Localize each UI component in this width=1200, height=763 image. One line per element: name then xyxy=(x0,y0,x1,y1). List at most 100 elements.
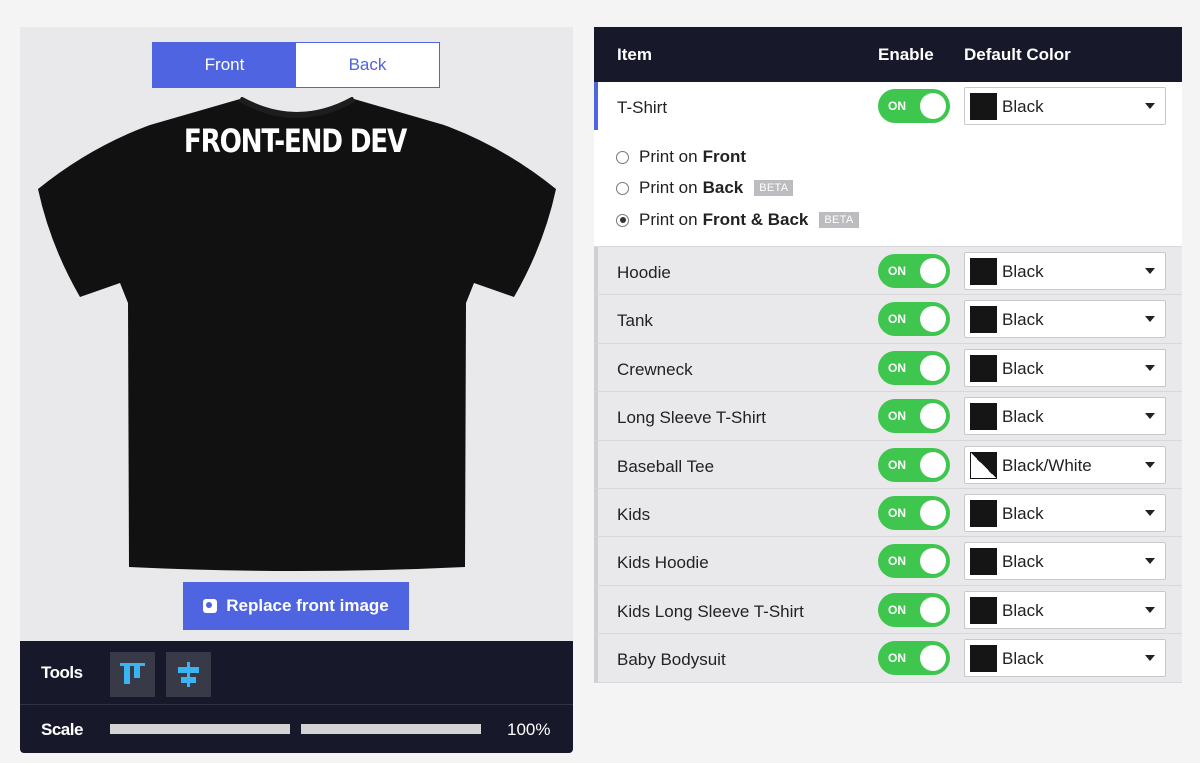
table-row: Long Sleeve T-Shirt ON Black xyxy=(594,392,1182,441)
toggle-knob xyxy=(920,354,946,381)
color-swatch xyxy=(970,548,997,576)
print-option-target: Front & Back xyxy=(702,210,809,229)
scale-slider-track-right[interactable] xyxy=(301,724,481,734)
enable-toggle[interactable]: ON xyxy=(878,254,950,288)
print-option[interactable]: Print on Front & Back BETA xyxy=(616,210,859,230)
print-option[interactable]: Print on Front xyxy=(616,147,746,167)
view-toggle: Front Back xyxy=(152,42,440,88)
item-name: Long Sleeve T-Shirt xyxy=(617,408,766,428)
color-select[interactable]: Black xyxy=(964,639,1166,678)
product-table: Item Enable Default Color T-Shirt ON Black… xyxy=(594,27,1182,683)
toggle-knob xyxy=(920,258,946,284)
toggle-knob xyxy=(920,306,946,333)
enable-toggle[interactable]: ON xyxy=(878,544,950,579)
tshirt-shape xyxy=(38,99,556,571)
toggle-knob xyxy=(920,596,946,623)
replace-image-label: Replace front image xyxy=(226,596,389,615)
chevron-down-icon xyxy=(1145,364,1155,371)
align-center-button[interactable] xyxy=(166,652,211,697)
item-name: Tank xyxy=(617,311,653,331)
print-option-target: Back xyxy=(702,178,744,197)
color-value: Black xyxy=(1002,358,1044,378)
toggle-label: ON xyxy=(888,312,906,327)
replace-image-button[interactable]: Replace front image xyxy=(183,582,409,630)
table-row: Baseball Tee ON Black/White xyxy=(594,440,1182,489)
table-row: Tank ON Black xyxy=(594,295,1182,344)
color-select[interactable]: Black xyxy=(964,542,1166,581)
print-options: Print on Front Print on Back BETA Print on Fro… xyxy=(594,130,1182,247)
align-top-button[interactable] xyxy=(110,652,155,697)
enable-toggle[interactable]: ON xyxy=(878,302,950,337)
color-select[interactable]: Black xyxy=(964,300,1166,339)
beta-badge: BETA xyxy=(754,180,794,196)
toggle-knob xyxy=(920,548,946,575)
color-value: Black xyxy=(1002,649,1044,669)
tools-label: Tools xyxy=(41,663,83,682)
color-swatch xyxy=(970,596,997,624)
color-value: Black xyxy=(1002,97,1044,116)
radio-button[interactable] xyxy=(616,150,629,164)
toggle-knob xyxy=(920,499,946,526)
color-swatch xyxy=(970,499,997,527)
toggle-knob xyxy=(920,403,946,430)
toggle-label: ON xyxy=(888,554,906,569)
design-text[interactable]: FRONT-END DEV xyxy=(70,122,521,160)
enable-toggle[interactable]: ON xyxy=(878,350,950,385)
align-center-icon xyxy=(178,662,199,687)
toggle-label: ON xyxy=(888,651,906,666)
color-value: Black xyxy=(1002,552,1044,572)
color-swatch xyxy=(970,354,997,382)
color-swatch xyxy=(970,451,997,479)
enable-toggle[interactable]: ON xyxy=(878,495,950,530)
chevron-down-icon xyxy=(1145,413,1155,420)
print-option-prefix: Print on xyxy=(639,178,698,197)
radio-button[interactable] xyxy=(616,181,629,195)
table-body: T-Shirt ON Black Print on Front Print on Back B… xyxy=(594,82,1182,683)
item-name: Kids xyxy=(617,504,651,524)
table-row: Kids Long Sleeve T-Shirt ON Black xyxy=(594,585,1182,635)
color-select[interactable]: Black xyxy=(964,252,1166,290)
enable-toggle[interactable]: ON xyxy=(878,592,950,627)
tools-bar: Tools Scale 100% xyxy=(20,641,573,753)
color-value: Black xyxy=(1002,310,1044,330)
enable-toggle[interactable]: ON xyxy=(878,399,950,434)
toggle-knob xyxy=(920,645,946,672)
color-select[interactable]: Black xyxy=(964,348,1166,387)
color-value: Black/White xyxy=(1002,455,1092,475)
radio-button[interactable] xyxy=(616,213,629,227)
chevron-down-icon xyxy=(1145,316,1155,323)
enable-toggle[interactable]: ON xyxy=(878,89,950,123)
toggle-label: ON xyxy=(888,264,906,278)
color-select[interactable]: Black xyxy=(964,397,1166,436)
scale-label: Scale xyxy=(41,720,83,739)
table-header: Item Enable Default Color xyxy=(594,27,1182,82)
chevron-down-icon xyxy=(1145,461,1155,468)
print-option[interactable]: Print on Back BETA xyxy=(616,178,794,198)
color-select[interactable]: Black xyxy=(964,87,1166,125)
scale-slider-track-left[interactable] xyxy=(110,724,290,734)
color-select[interactable]: Black/White xyxy=(964,445,1166,484)
item-name: Baseball Tee xyxy=(617,456,715,476)
color-select[interactable]: Black xyxy=(964,590,1166,629)
print-option-prefix: Print on xyxy=(639,210,698,229)
item-name: T-Shirt xyxy=(617,98,668,117)
enable-toggle[interactable]: ON xyxy=(878,447,950,482)
color-swatch xyxy=(970,258,997,285)
color-value: Black xyxy=(1002,600,1044,620)
preview-panel: Front Back FRONT-END DEV Replace front i… xyxy=(20,27,573,753)
tshirt-image xyxy=(38,97,556,571)
color-value: Black xyxy=(1002,503,1044,523)
chevron-down-icon xyxy=(1145,655,1155,662)
toggle-label: ON xyxy=(888,360,906,375)
color-select[interactable]: Black xyxy=(964,493,1166,532)
header-default-color: Default Color xyxy=(964,45,1071,64)
tab-back[interactable]: Back xyxy=(296,43,439,87)
toggle-label: ON xyxy=(888,505,906,520)
chevron-down-icon xyxy=(1145,509,1155,516)
color-value: Black xyxy=(1002,262,1044,281)
header-item: Item xyxy=(617,45,652,64)
table-row: Kids Hoodie ON Black xyxy=(594,537,1182,586)
tab-front[interactable]: Front xyxy=(153,43,296,87)
enable-toggle[interactable]: ON xyxy=(878,641,950,676)
chevron-down-icon xyxy=(1145,606,1155,613)
